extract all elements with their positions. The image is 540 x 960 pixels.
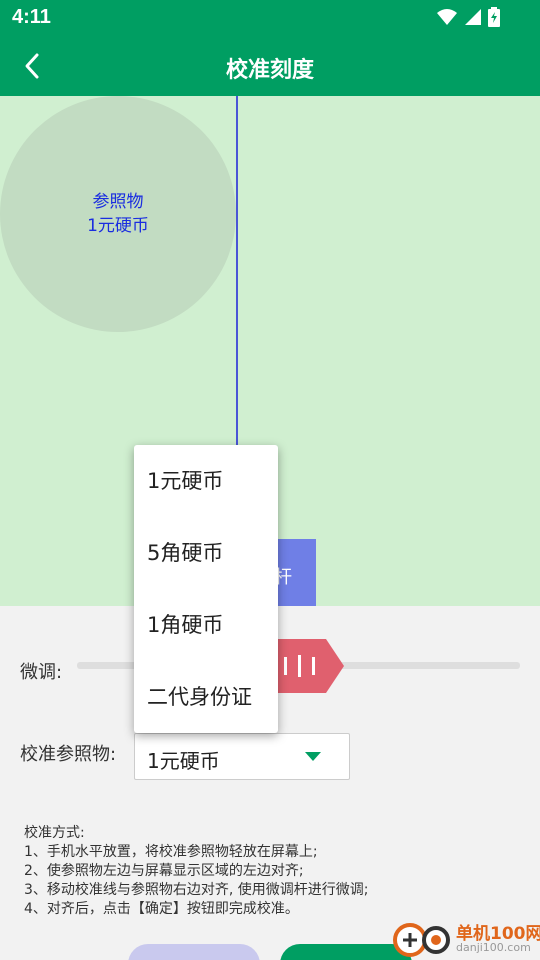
dropdown-option-id-card[interactable]: 二代身份证 [134, 661, 278, 733]
instructions-title: 校准方式: [24, 825, 85, 841]
reference-coin-label: 参照物 1元硬币 [0, 190, 236, 238]
fine-tune-label: 微调: [20, 662, 63, 683]
reference-dropdown-menu: 1元硬币 5角硬币 1角硬币 二代身份证 [134, 445, 278, 733]
status-time: 4:11 [12, 6, 51, 28]
reference-coin-line1: 参照物 [92, 192, 144, 212]
reference-select[interactable]: 1元硬币 [134, 733, 350, 780]
page-title: 校准刻度 [225, 58, 314, 83]
status-bar: 4:11 [0, 0, 540, 36]
dropdown-option-5jiao-coin[interactable]: 5角硬币 [134, 517, 278, 589]
fine-tune-thumb[interactable] [270, 639, 344, 693]
caret-down-icon [305, 752, 321, 761]
cancel-button[interactable] [128, 944, 260, 960]
status-icons [436, 7, 500, 27]
watermark-logo-icon [393, 923, 450, 957]
reference-label: 校准参照物: [20, 744, 117, 765]
signal-icon [465, 9, 481, 25]
app-bar: 校准刻度 [0, 36, 540, 96]
instruction-step: 3、移动校准线与参照物右边对齐, 使用微调杆进行微调; [24, 882, 369, 898]
dropdown-option-1yuan-coin[interactable]: 1元硬币 [134, 445, 278, 517]
wifi-icon [437, 9, 457, 25]
watermark: 单机100网 danji100.com [392, 916, 540, 960]
reference-coin-line2: 1元硬币 [87, 216, 149, 236]
watermark-url: danji100.com [456, 941, 531, 954]
instructions: 校准方式: 1、手机水平放置，将校准参照物轻放在屏幕上; 2、使参照物左边与屏幕… [24, 824, 524, 919]
reference-coin: 参照物 1元硬币 [0, 96, 236, 332]
calibration-line[interactable] [236, 96, 238, 445]
battery-icon [488, 7, 500, 27]
instruction-step: 1、手机水平放置，将校准参照物轻放在屏幕上; [24, 844, 318, 860]
dropdown-option-1jiao-coin[interactable]: 1角硬币 [134, 589, 278, 661]
reference-select-value: 1元硬币 [147, 749, 220, 773]
instruction-step: 2、使参照物左边与屏幕显示区域的左边对齐; [24, 863, 304, 879]
